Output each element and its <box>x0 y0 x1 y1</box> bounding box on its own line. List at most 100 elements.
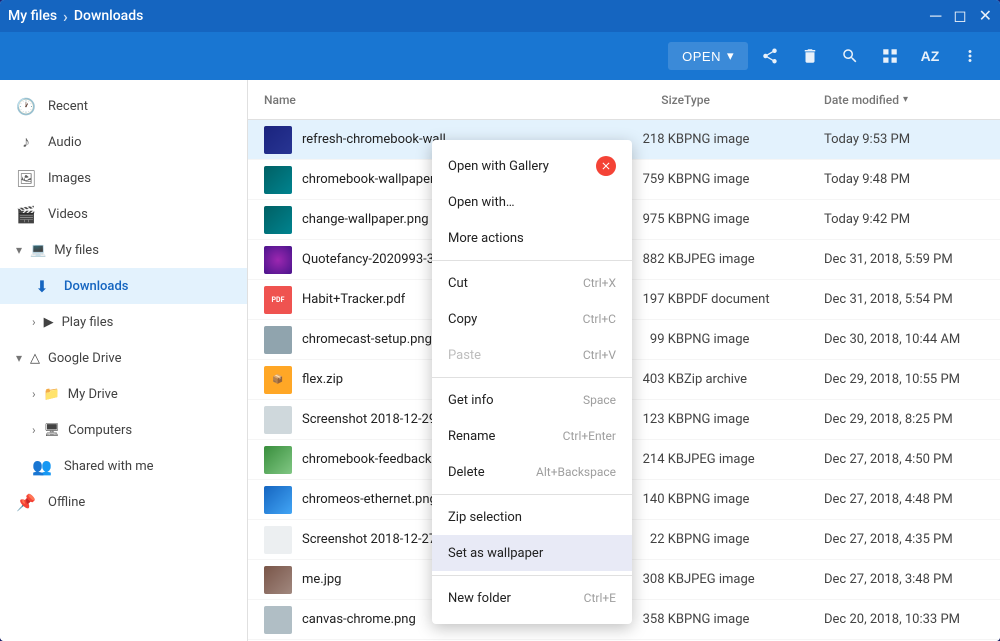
sidebar-item-recent[interactable]: 🕐 Recent <box>0 88 247 124</box>
context-menu-item-rename[interactable]: Rename Ctrl+Enter <box>432 418 632 454</box>
expand-icon: ▾ <box>16 351 22 365</box>
context-menu-item-cut[interactable]: Cut Ctrl+X <box>432 265 632 301</box>
paste-shortcut: Ctrl+V <box>583 348 616 362</box>
file-type: PNG image <box>684 132 824 147</box>
context-menu-item-new-folder[interactable]: New folder Ctrl+E <box>432 580 632 616</box>
sidebar-item-label: Shared with me <box>64 459 154 474</box>
context-menu-item-open-gallery[interactable]: Open with Gallery <box>432 148 632 184</box>
file-type: Zip archive <box>684 372 824 387</box>
sidebar-item-downloads[interactable]: ⬇ Downloads <box>0 268 247 304</box>
sidebar-item-mydrive[interactable]: › 📁 My Drive <box>0 376 247 412</box>
sidebar-item-images[interactable]: 🖼 Images <box>0 160 247 196</box>
file-thumbnail <box>264 206 292 234</box>
file-name: flex.zip <box>302 372 343 387</box>
file-thumbnail <box>264 526 292 554</box>
pdf-label: PDF <box>272 296 285 304</box>
expand-icon: ▾ <box>16 243 22 257</box>
file-type: JPEG image <box>684 452 824 467</box>
maximize-button[interactable]: ◻ <box>953 8 966 24</box>
file-type: JPEG image <box>684 252 824 267</box>
minimize-button[interactable]: ─ <box>930 8 941 24</box>
context-menu-divider <box>432 377 632 378</box>
file-name: change-wallpaper.png <box>302 212 429 227</box>
playfiles-icon: ▶ <box>44 315 54 330</box>
context-menu-item-get-info[interactable]: Get info Space <box>432 382 632 418</box>
breadcrumb-separator: › <box>63 7 68 26</box>
sidebar-item-computers[interactable]: › 🖥 Computers <box>0 412 247 448</box>
copy-label: Copy <box>448 312 477 327</box>
file-type: JPEG image <box>684 572 824 587</box>
context-menu-divider <box>432 494 632 495</box>
zip-label: 📦 <box>272 375 283 385</box>
file-name: Habit+Tracker.pdf <box>302 292 405 307</box>
sidebar-item-googledrive[interactable]: ▾ △ Google Drive <box>0 340 247 376</box>
myfiles-icon: 💻 <box>30 243 46 258</box>
sort-button[interactable]: AZ <box>912 38 948 74</box>
col-date[interactable]: Date modified ▾ <box>824 93 984 107</box>
downloads-icon: ⬇ <box>32 277 52 296</box>
col-size[interactable]: Size <box>604 93 684 107</box>
open-arrow: ▾ <box>727 48 734 64</box>
new-folder-shortcut: Ctrl+E <box>584 591 616 605</box>
zip-selection-label: Zip selection <box>448 510 522 525</box>
file-type: PNG image <box>684 612 824 627</box>
context-menu-item-open-with[interactable]: Open with… <box>432 184 632 220</box>
file-date: Dec 27, 2018, 4:48 PM <box>824 492 984 507</box>
new-folder-label: New folder <box>448 591 511 606</box>
file-thumbnail <box>264 606 292 634</box>
grid-view-button[interactable] <box>872 38 908 74</box>
cut-label: Cut <box>448 276 468 291</box>
context-menu-item-zip-selection[interactable]: Zip selection <box>432 499 632 535</box>
open-label: OPEN <box>682 49 721 64</box>
offline-icon: 📌 <box>16 493 36 512</box>
context-menu-item-set-as-wallpaper[interactable]: Set as wallpaper <box>432 535 632 571</box>
col-name[interactable]: Name <box>264 93 604 107</box>
context-menu-item-delete[interactable]: Delete Alt+Backspace <box>432 454 632 490</box>
file-date: Dec 29, 2018, 10:55 PM <box>824 372 984 387</box>
file-type: PNG image <box>684 532 824 547</box>
file-date: Dec 31, 2018, 5:59 PM <box>824 252 984 267</box>
delete-label: Delete <box>448 465 485 480</box>
context-menu-item-more-actions[interactable]: More actions <box>432 220 632 256</box>
expand-icon: › <box>32 423 36 437</box>
search-button[interactable] <box>832 38 868 74</box>
file-type: PDF document <box>684 292 824 307</box>
file-date: Dec 29, 2018, 8:25 PM <box>824 412 984 427</box>
open-button[interactable]: OPEN ▾ <box>668 42 748 70</box>
file-name: chromecast-setup.png <box>302 332 432 347</box>
sidebar-item-label: Recent <box>48 99 88 114</box>
file-name: chromeos-ethernet.png <box>302 492 437 507</box>
sidebar-item-sharedwithme[interactable]: 👥 Shared with me <box>0 448 247 484</box>
sidebar-item-playfiles[interactable]: › ▶ Play files <box>0 304 247 340</box>
googledrive-icon: △ <box>30 351 40 366</box>
sidebar-item-audio[interactable]: ♪ Audio <box>0 124 247 160</box>
sidebar-item-videos[interactable]: 🎬 Videos <box>0 196 247 232</box>
file-date: Today 9:53 PM <box>824 132 984 147</box>
more-options-button[interactable] <box>952 38 988 74</box>
delete-button[interactable] <box>792 38 828 74</box>
file-type: PNG image <box>684 412 824 427</box>
share-button[interactable] <box>752 38 788 74</box>
breadcrumb-root[interactable]: My files <box>8 8 57 24</box>
sidebar-item-label: Offline <box>48 495 85 510</box>
context-menu-item-paste[interactable]: Paste Ctrl+V <box>432 337 632 373</box>
delete-shortcut: Alt+Backspace <box>536 465 616 479</box>
recent-icon: 🕐 <box>16 97 36 116</box>
title-bar: My files › Downloads ─ ◻ ✕ <box>0 0 1000 32</box>
delete-icon <box>801 47 819 65</box>
context-menu-item-copy[interactable]: Copy Ctrl+C <box>432 301 632 337</box>
sort-icon: AZ <box>921 48 940 64</box>
file-thumbnail <box>264 406 292 434</box>
sidebar-item-offline[interactable]: 📌 Offline <box>0 484 247 520</box>
sidebar-item-label: Play files <box>62 315 114 330</box>
sidebar-item-myfiles[interactable]: ▾ 💻 My files <box>0 232 247 268</box>
search-icon <box>841 47 859 65</box>
col-type[interactable]: Type <box>684 93 824 107</box>
file-date: Today 9:42 PM <box>824 212 984 227</box>
close-button[interactable]: ✕ <box>979 8 992 24</box>
open-gallery-label: Open with Gallery <box>448 159 549 174</box>
get-info-label: Get info <box>448 393 494 408</box>
file-date: Dec 31, 2018, 5:54 PM <box>824 292 984 307</box>
breadcrumb: My files › Downloads <box>8 7 143 26</box>
breadcrumb-current[interactable]: Downloads <box>74 8 143 24</box>
